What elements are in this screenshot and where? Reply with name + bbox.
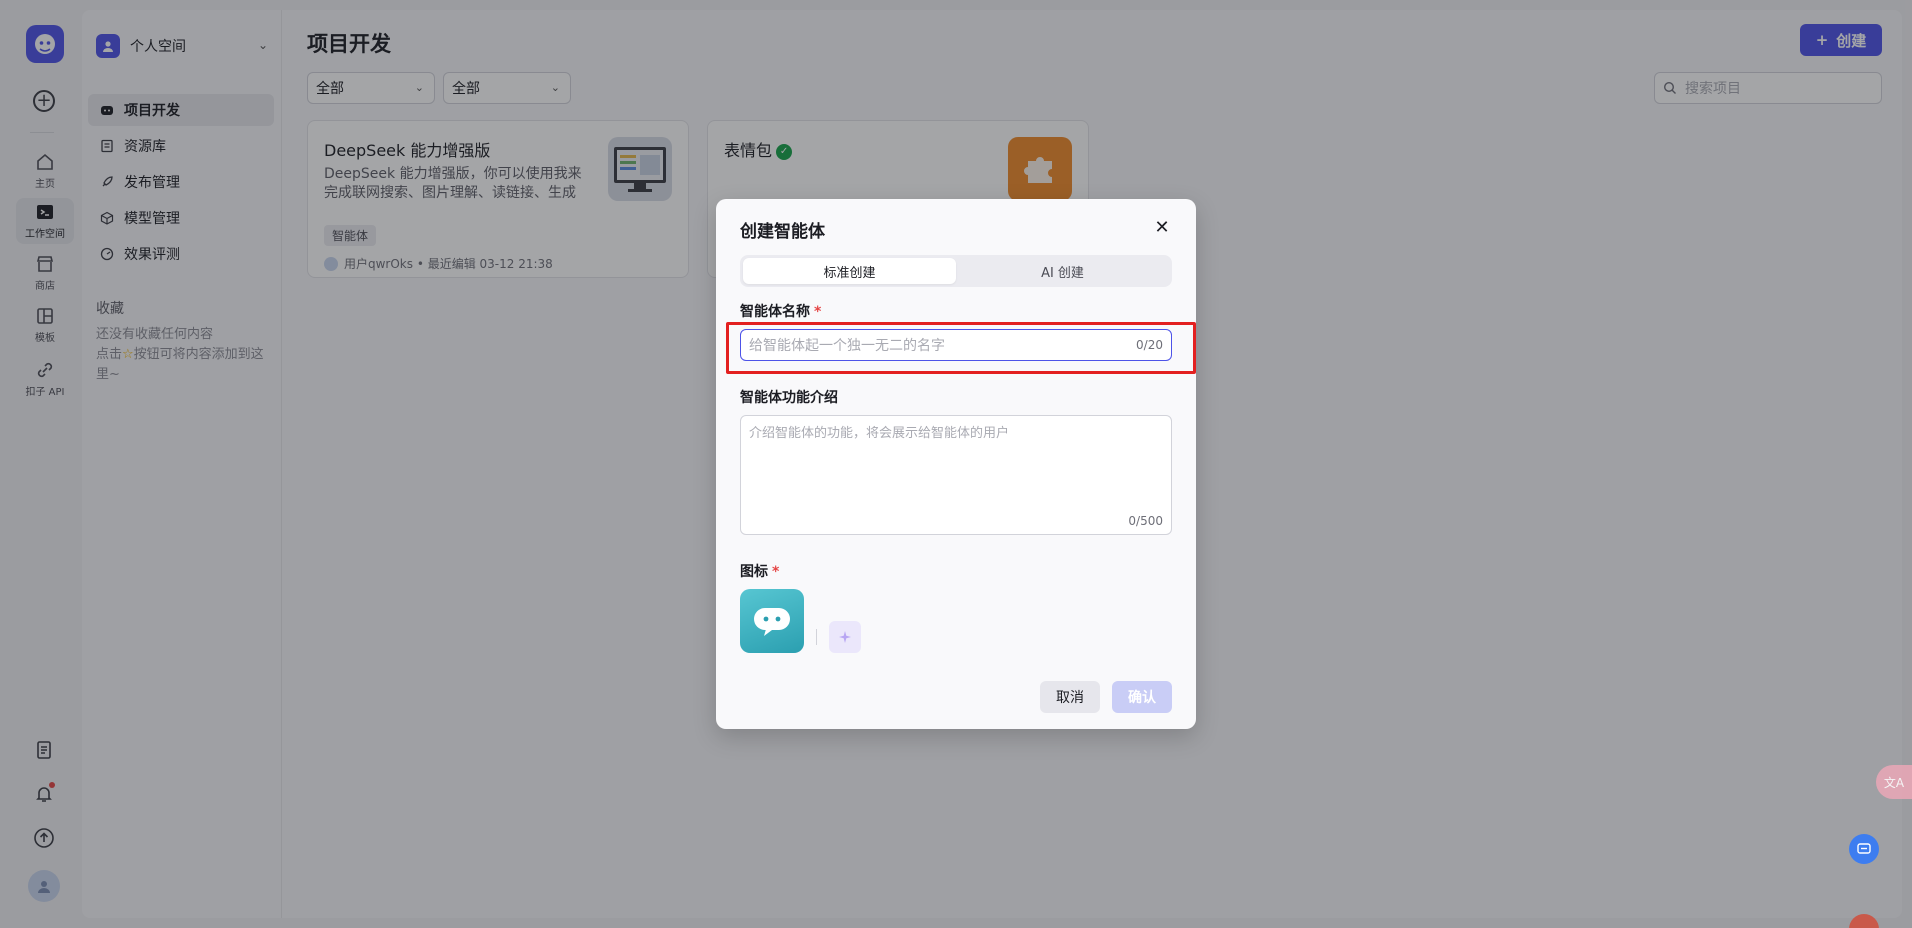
chat-bubble-icon — [754, 608, 790, 636]
chat-support-icon[interactable] — [1849, 834, 1879, 864]
description-placeholder: 介绍智能体的功能，将会展示给智能体的用户 — [749, 426, 1010, 441]
agent-icon-preview[interactable] — [740, 589, 804, 653]
sparkle-icon — [839, 631, 851, 643]
dialog-title: 创建智能体 — [740, 222, 825, 242]
icon-label-text: 图标 — [740, 564, 768, 580]
icon-separator — [816, 629, 817, 645]
create-mode-tabs: 标准创建 AI 创建 — [740, 255, 1172, 287]
required-mark: * — [814, 304, 822, 320]
agent-description-input[interactable]: 介绍智能体的功能，将会展示给智能体的用户 0/500 — [740, 415, 1172, 535]
tab-ai-create[interactable]: AI 创建 — [956, 258, 1169, 284]
translate-icon[interactable]: 文A — [1876, 765, 1912, 799]
tab-standard-create[interactable]: 标准创建 — [743, 258, 956, 284]
cancel-button[interactable]: 取消 — [1040, 681, 1100, 713]
required-mark: * — [772, 564, 780, 580]
description-label: 智能体功能介绍 — [740, 390, 838, 406]
name-label-text: 智能体名称 — [740, 304, 810, 320]
icon-label: 图标 * — [740, 561, 779, 581]
name-label: 智能体名称 * — [740, 301, 821, 321]
close-icon[interactable]: ✕ — [1152, 217, 1172, 238]
confirm-button[interactable]: 确认 — [1112, 681, 1172, 713]
description-char-counter: 0/500 — [1128, 514, 1163, 528]
create-agent-dialog: 创建智能体 ✕ 标准创建 AI 创建 智能体名称 * 给智能体起一个独一无二的名字… — [716, 199, 1196, 729]
name-input-highlight-box — [726, 322, 1196, 374]
ai-generate-icon-button[interactable] — [829, 621, 861, 653]
